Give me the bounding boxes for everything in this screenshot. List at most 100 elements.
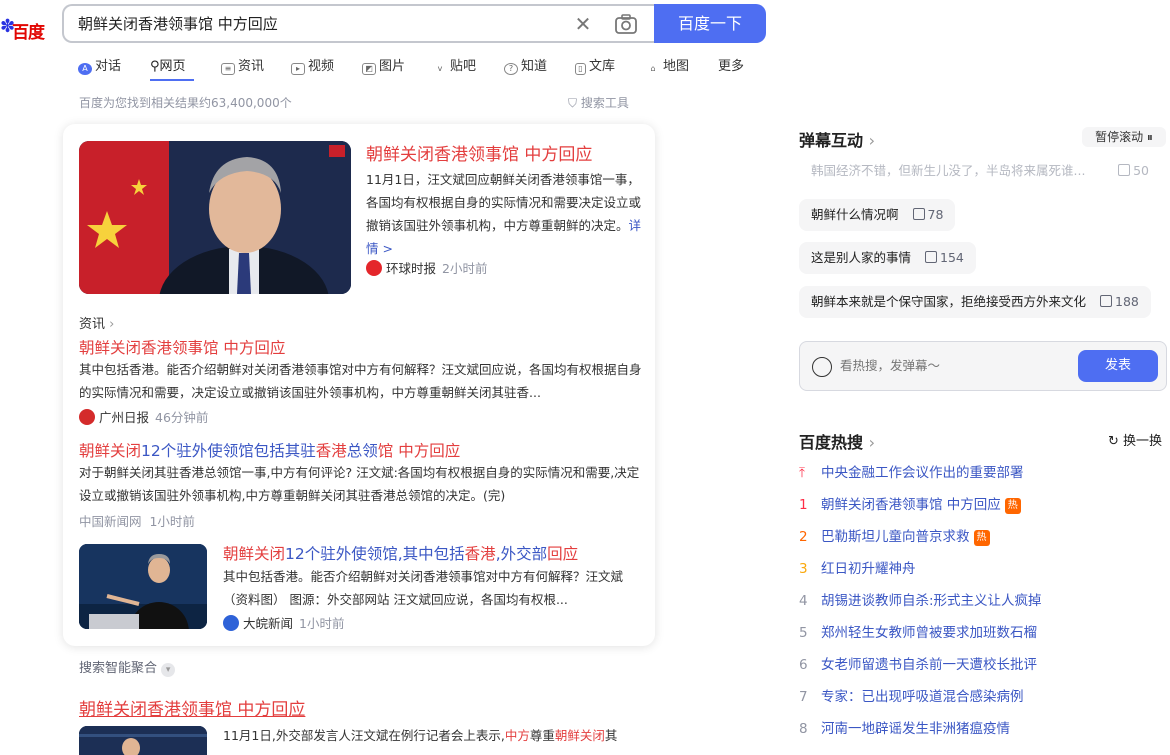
hot-item[interactable]: 8 河南一地辟谣发生非洲猪瘟疫情 [799,717,1010,737]
source-name: 广州日报 [99,410,150,425]
search-box[interactable]: ✕ [62,4,656,43]
hot-item-pinned[interactable]: ⤒ 中央金融工作会议作出的重要部署 [799,461,1024,481]
likes-count: 78 [927,207,944,222]
danmu-title[interactable]: 弹幕互动 › [799,127,875,151]
likes-count: 50 [1133,163,1149,178]
search-input[interactable] [78,14,558,32]
title-part: 香港 [464,545,496,563]
danmu-item[interactable]: 韩国经济不错，但新生儿没了，半岛将来属死谁... 50 [799,155,1161,187]
desc-part: 朝鲜关闭 [554,728,605,743]
tab-more[interactable]: 更多 [718,55,744,74]
search-tools-label: 搜索工具 [580,96,629,110]
danmu-text: 这是别人家的事情 [811,250,912,265]
tab-news[interactable]: ≡ 资讯 [221,55,264,75]
danmu-likes[interactable]: 154 [925,250,964,265]
publish-button[interactable]: 发表 [1078,350,1158,382]
danmu-likes[interactable]: 188 [1100,294,1139,309]
news-source-1[interactable]: 广州日报 46分钟前 [79,407,208,426]
danmu-input[interactable] [840,358,1040,373]
title-part: 12个驻外使领馆,其中包括 [285,545,465,563]
thumbs-up-icon [1118,164,1131,176]
news-title-2[interactable]: 朝鲜关闭12个驻外使领馆包括其驻香港总领馆 中方回应 [79,439,460,461]
hot-item-text: 河南一地辟谣发生非洲猪瘟疫情 [821,721,1010,737]
news-title-3[interactable]: 朝鲜关闭12个驻外使领馆,其中包括香港,外交部回应 [223,542,578,564]
hot-item-text: 中央金融工作会议作出的重要部署 [821,465,1024,481]
hot-item[interactable]: 1 朝鲜关闭香港领事馆 中方回应热 [799,493,1021,514]
image-icon: ◩ [362,63,376,75]
tab-label: 图片 [379,59,406,74]
news-source-2[interactable]: 中国新闻网 1小时前 [79,511,195,530]
title-part: 回应 [547,545,579,563]
hot-item-text: 朝鲜关闭香港领事馆 中方回应 [821,497,1001,513]
tab-images[interactable]: ◩ 图片 [362,55,405,75]
news-desc-3: 其中包括香港。能否介绍朝鲜对关闭香港领事馆对中方有何解释？汪文斌（资料图） 图源… [223,569,624,607]
danmu-title-text: 弹幕互动 [799,131,864,150]
search-button[interactable]: 百度一下 [654,4,766,43]
danmu-text: 朝鲜本来就是个保守国家，拒绝接受西方外来文化 [811,294,1087,309]
hot-rank: 2 [799,529,808,545]
tab-label: 视频 [308,59,335,74]
tieba-icon: ⅴ [437,64,443,73]
result-count: 百度为您找到相关结果约63,400,000个 [79,96,292,110]
foreign-affairs-photo[interactable] [79,726,207,755]
guangzhou-daily-icon [79,409,95,425]
result-desc-2: 11月1日,外交部发言人汪文斌在例行记者会上表示,中方尊重朝鲜关闭其 [223,725,643,747]
tab-tieba[interactable]: ⅴ 贴吧 [433,55,476,76]
news-source-3[interactable]: 大皖新闻 1小时前 [223,613,344,632]
refresh-button[interactable]: ↻ 换一换 [1108,430,1162,449]
hot-item[interactable]: 4 胡锡进谈教师自杀:形式主义让人疯掉 [799,589,1042,609]
filter-icon: ⛉ [568,96,581,110]
hot-item-text: 女老师留遗书自杀前一天遭校长批评 [821,657,1037,673]
source-time: 1小时前 [149,514,195,529]
baidu-logo[interactable]: ✽ 百度 [0,14,50,43]
tab-label: 知道 [521,59,548,74]
huanqiu-logo-icon [366,260,382,276]
spokesperson-photo[interactable] [79,141,351,294]
emoji-icon[interactable] [812,357,832,377]
hot-item-text: 郑州轻生女教师曾被要求加班数石榴 [821,625,1037,641]
tab-map[interactable]: ⌂ 地图 [646,55,689,76]
hot-rank: 1 [799,497,808,513]
news-desc-2: 对于朝鲜关闭其驻香港总领馆一事,中方有何评论? 汪文斌:各国均有权根据自身的实际… [79,465,640,503]
danmu-item[interactable]: 朝鲜什么情况啊 78 [799,199,956,231]
tab-video[interactable]: ▸ 视频 [291,55,334,75]
tab-wenku[interactable]: ▯ 文库 [575,55,615,75]
chevron-right-icon: › [868,433,875,452]
main-result-title[interactable]: 朝鲜关闭香港领事馆 中方回应 [366,140,592,165]
thumbs-up-icon [912,208,925,220]
danmu-item[interactable]: 这是别人家的事情 154 [799,242,976,274]
source-time: 46分钟前 [155,410,209,425]
source-time: 1小时前 [299,616,345,631]
danmu-likes[interactable]: 78 [912,207,944,222]
title-part: 朝鲜关闭 [223,545,286,563]
chevron-right-icon: › [109,317,115,332]
chevron-right-icon: › [868,131,875,150]
hot-item[interactable]: 2 巴勒斯坦儿童向普京求救热 [799,525,990,546]
hot-item[interactable]: 3 红日初升耀神舟 [799,557,916,577]
camera-icon[interactable] [614,13,638,35]
question-icon: ? [504,63,518,75]
danmu-text: 韩国经济不错，但新生儿没了，半岛将来属死谁... [811,163,1086,178]
pause-scroll-button[interactable]: 暂停滚动 ⏸ [1082,127,1166,147]
news-title-1[interactable]: 朝鲜关闭香港领事馆 中方回应 [79,336,285,358]
danmu-likes[interactable]: 50 [1118,155,1149,187]
smart-aggregation-label[interactable]: 搜索智能聚合 ▾ [79,657,176,677]
clear-icon[interactable]: ✕ [572,13,594,35]
hot-item[interactable]: 7 专家：已出现呼吸道混合感染病例 [799,685,1024,705]
tab-chat[interactable]: A 对话 [78,55,121,75]
news-section-label[interactable]: 资讯 › [79,313,114,332]
hot-item[interactable]: 5 郑州轻生女教师曾被要求加班数石榴 [799,621,1037,641]
main-source[interactable]: 环球时报 2小时前 [366,258,487,277]
spokesperson-podium-photo[interactable] [79,544,207,629]
desc-part: 中方 [504,728,530,743]
tab-web[interactable]: ⚲网页 [150,55,186,74]
danmu-item[interactable]: 朝鲜本来就是个保守国家，拒绝接受西方外来文化 188 [799,286,1151,318]
search-tools-button[interactable]: ⛉ 搜索工具 [568,94,629,111]
tab-zhidao[interactable]: ? 知道 [504,55,547,75]
hot-item-text: 胡锡进谈教师自杀:形式主义让人疯掉 [821,593,1042,609]
hot-item[interactable]: 6 女老师留遗书自杀前一天遭校长批评 [799,653,1037,673]
hot-rank: 4 [799,593,808,609]
hot-rank: 6 [799,657,808,673]
result-title-2[interactable]: 朝鲜关闭香港领事馆 中方回应 [79,695,305,720]
hot-search-title[interactable]: 百度热搜 › [799,429,875,453]
